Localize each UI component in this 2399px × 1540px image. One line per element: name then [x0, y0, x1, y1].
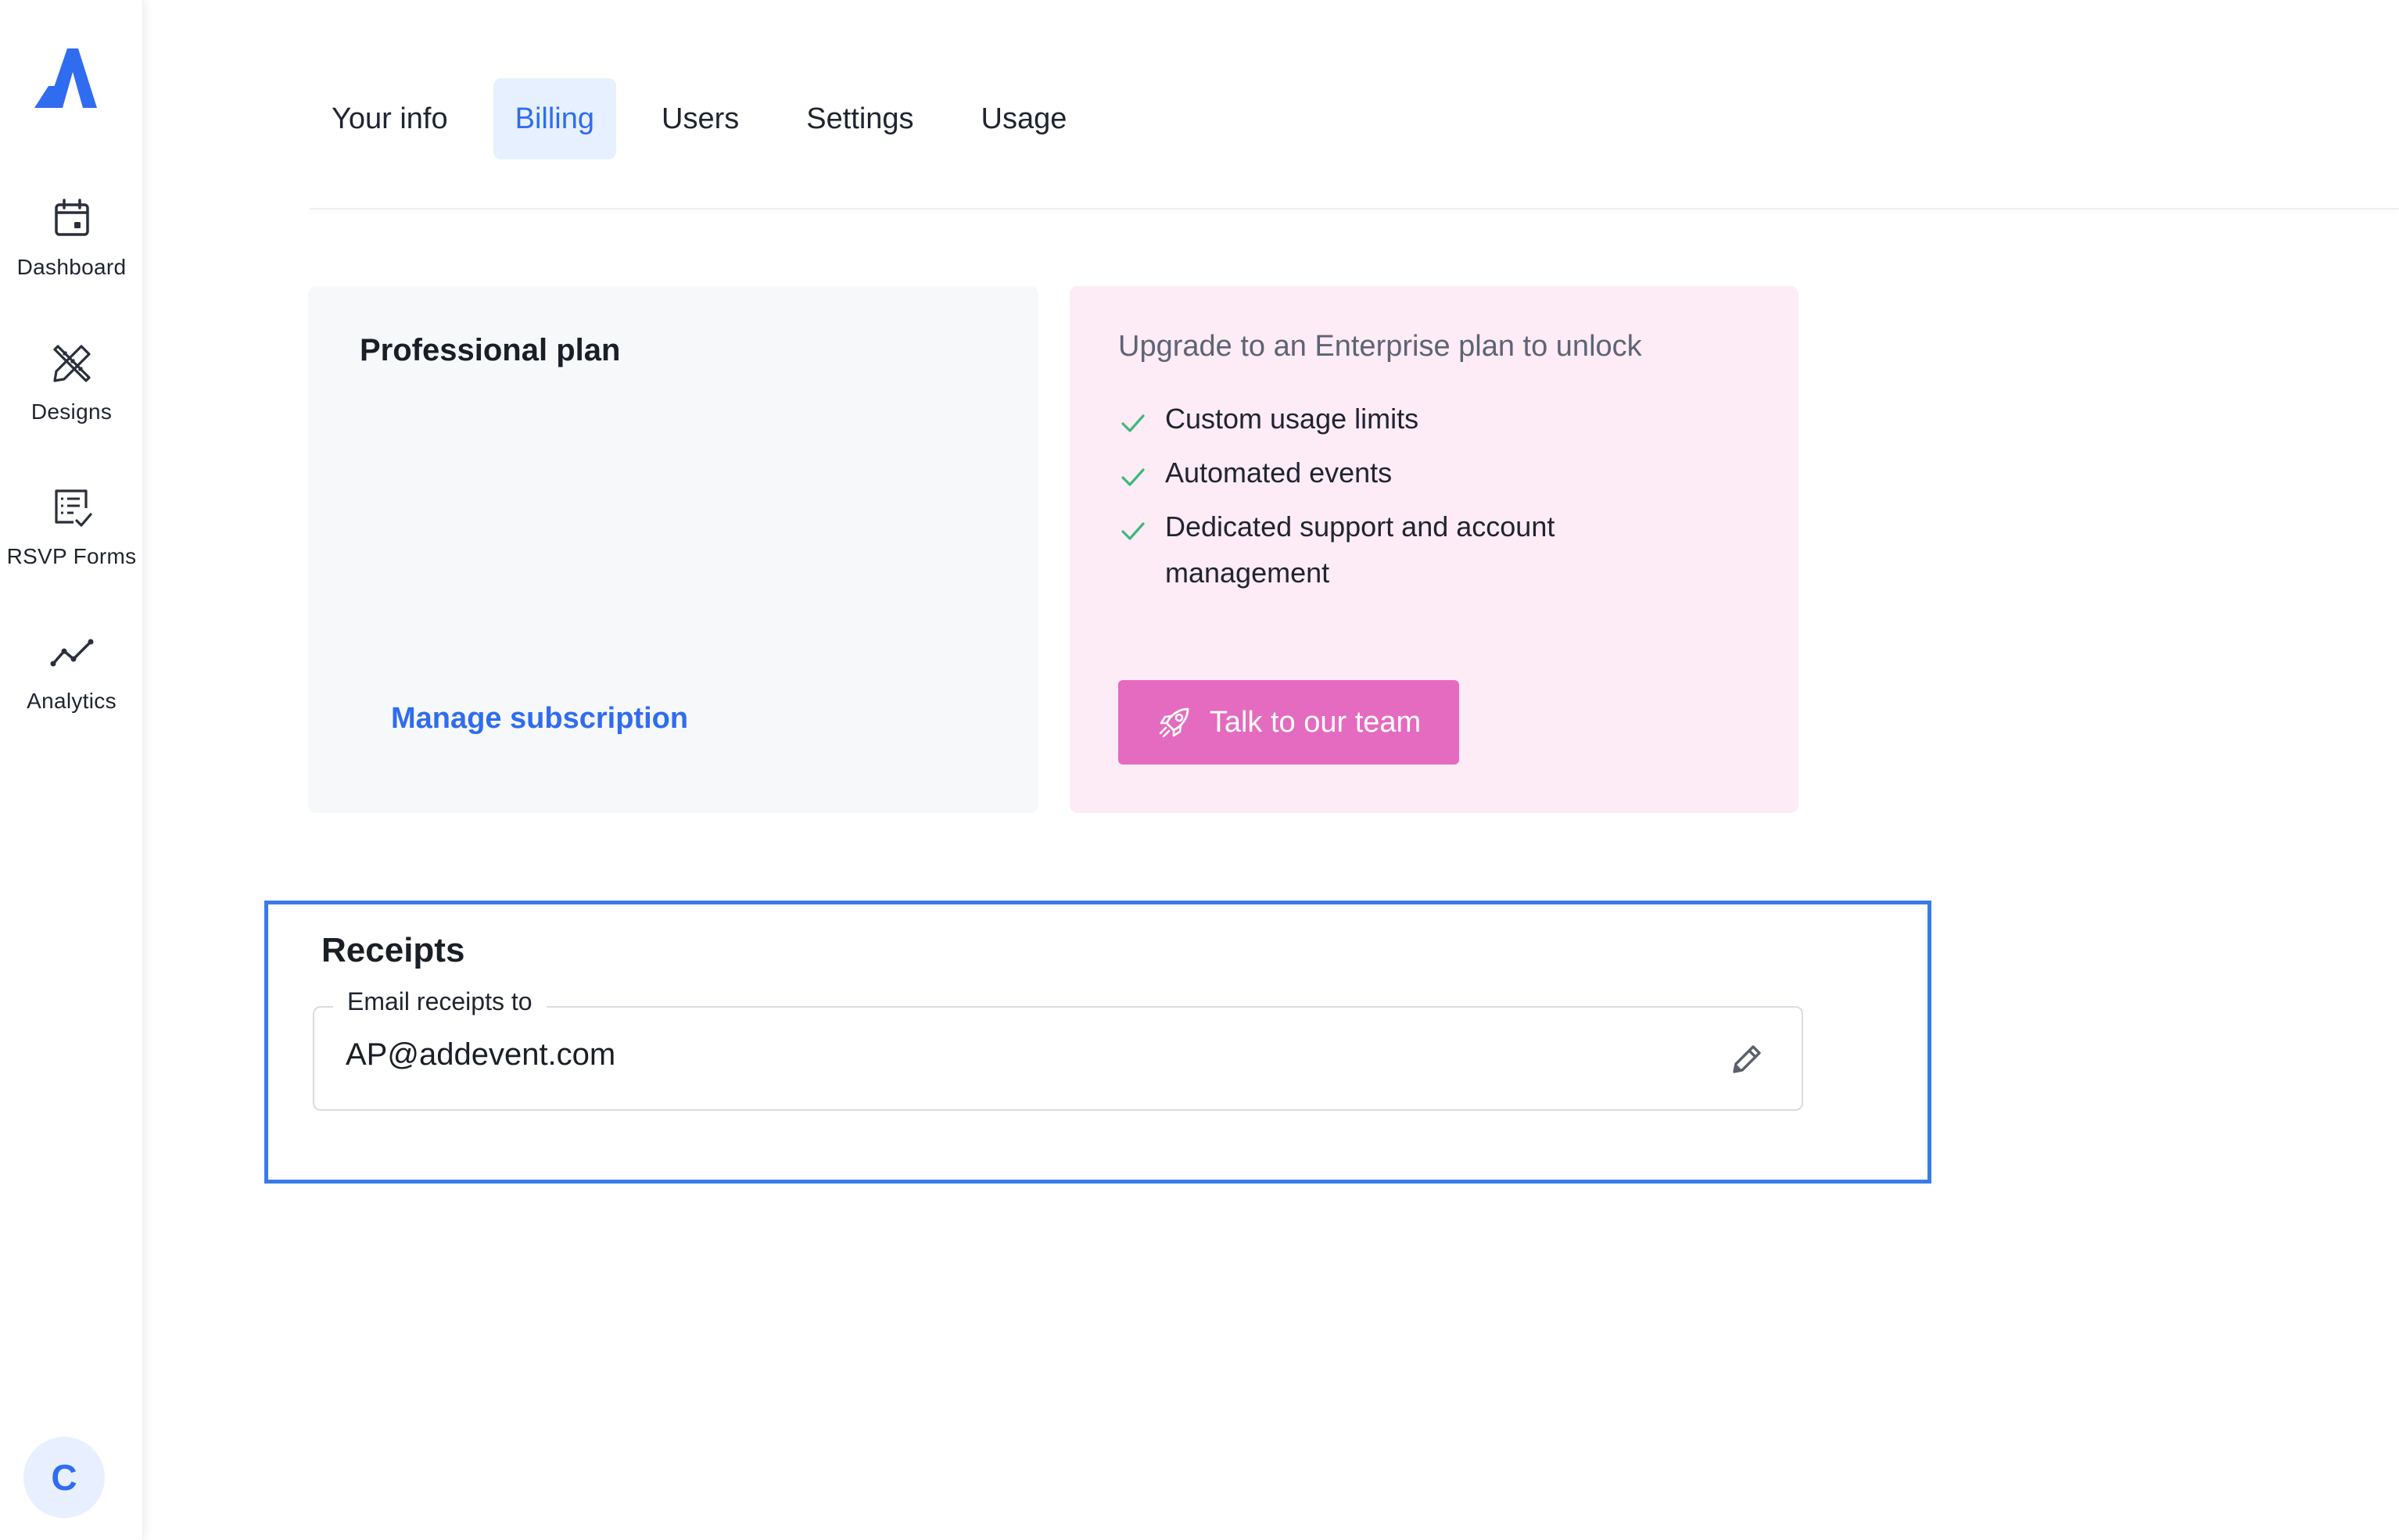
email-receipts-label: Email receipts to — [333, 987, 547, 1016]
tab-usage[interactable]: Usage — [959, 78, 1089, 159]
tabs-divider — [310, 208, 2399, 210]
avatar[interactable]: C — [23, 1437, 105, 1518]
manage-subscription-link[interactable]: Manage subscription — [391, 702, 688, 736]
rocket-icon — [1159, 707, 1189, 738]
receipts-section: Receipts Email receipts to AP@addevent.c… — [264, 901, 1931, 1184]
app-root: Dashboard Designs RSVP Forms Analytics C… — [0, 0, 2399, 1540]
email-receipts-field[interactable]: Email receipts to AP@addevent.com — [313, 987, 1803, 1111]
tab-billing[interactable]: Billing — [493, 78, 616, 159]
tab-settings[interactable]: Settings — [784, 78, 935, 159]
check-icon — [1121, 468, 1145, 486]
form-check-icon — [54, 489, 92, 527]
tab-users[interactable]: Users — [640, 78, 761, 159]
calendar-icon — [54, 199, 89, 236]
addevent-logo-icon[interactable] — [31, 45, 99, 109]
feature-list: Custom usage limits Automated events Ded… — [1118, 403, 1744, 611]
sidebar-item-label: RSVP Forms — [6, 544, 137, 568]
feature-text: Automated events — [1165, 457, 1393, 489]
tab-your-info[interactable]: Your info — [310, 78, 470, 159]
pencil-ruler-icon — [52, 345, 91, 382]
list-item: Automated events — [1118, 457, 1744, 496]
feature-text: Dedicated support and account management — [1165, 510, 1555, 589]
sidebar-item-rsvp-forms[interactable]: RSVP Forms — [0, 486, 143, 603]
feature-text: Custom usage limits — [1165, 403, 1419, 435]
sidebar-item-label: Designs — [30, 399, 113, 424]
talk-to-team-label: Talk to our team — [1209, 705, 1422, 739]
settings-tabs: Your info Billing Users Settings Usage — [310, 78, 1112, 159]
sidebar-item-designs[interactable]: Designs — [0, 342, 143, 459]
plan-card: Professional plan Manage subscription — [308, 286, 1038, 813]
sidebar-item-analytics[interactable]: Analytics — [0, 631, 143, 748]
sidebar-item-dashboard[interactable]: Dashboard — [0, 197, 143, 314]
plan-title: Professional plan — [360, 333, 621, 367]
upgrade-heading: Upgrade to an Enterprise plan to unlock — [1118, 330, 1642, 363]
upgrade-card: Upgrade to an Enterprise plan to unlock … — [1070, 286, 1798, 813]
check-icon — [1121, 522, 1145, 540]
email-receipts-value: AP@addevent.com — [346, 1037, 616, 1072]
sidebar-item-label: Analytics — [27, 689, 117, 713]
line-chart-icon — [50, 639, 93, 667]
pencil-icon[interactable] — [1727, 1039, 1767, 1080]
sidebar: Dashboard Designs RSVP Forms Analytics C — [0, 0, 143, 1540]
list-item: Dedicated support and account management — [1118, 510, 1744, 596]
list-item: Custom usage limits — [1118, 403, 1744, 442]
check-icon — [1121, 414, 1145, 432]
receipts-title: Receipts — [321, 931, 465, 969]
talk-to-team-button[interactable]: Talk to our team — [1118, 680, 1459, 765]
sidebar-item-label: Dashboard — [16, 255, 127, 279]
